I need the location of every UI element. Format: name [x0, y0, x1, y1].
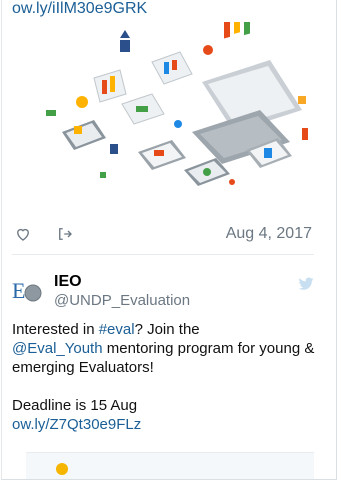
- author-name[interactable]: IEO: [54, 273, 82, 291]
- previous-tweet-link[interactable]: ow.ly/iIlM30e9GRK: [12, 0, 147, 18]
- tweet-divider: [12, 254, 314, 255]
- tweet-link[interactable]: ow.ly/Z7Qt30e9FLz: [12, 416, 141, 433]
- tweet-header: E IEO @UNDP_Evaluation: [12, 262, 314, 312]
- tweet-media-illustration[interactable]: [2, 22, 337, 202]
- link-card-preview[interactable]: [26, 452, 314, 479]
- twitter-bird-icon[interactable]: [298, 277, 314, 291]
- laptop-graphic: [192, 22, 302, 164]
- avatar[interactable]: E: [12, 274, 42, 304]
- svg-text:E: E: [12, 278, 25, 303]
- hashtag-link[interactable]: #eval: [99, 321, 135, 338]
- heart-icon[interactable]: [14, 225, 32, 243]
- author-handle[interactable]: @UNDP_Evaluation: [54, 292, 190, 309]
- tweet-text-part1: Interested in: [12, 321, 99, 338]
- card-image-dot: [56, 463, 68, 475]
- tweet-deadline: Deadline is 15 Aug: [12, 397, 138, 414]
- tweet-actions: Aug 4, 2017: [12, 222, 312, 246]
- tweet-timeline: ow.ly/iIlM30e9GRK Aug 4, 2017 E IEO @UND…: [1, 0, 337, 480]
- tweet-text: Interested in #eval? Join the @Eval_Yout…: [12, 320, 317, 434]
- mention-link[interactable]: @Eval_Youth: [12, 340, 103, 357]
- tweet-date[interactable]: Aug 4, 2017: [226, 225, 312, 243]
- share-icon[interactable]: [56, 225, 74, 243]
- tweet-text-part2: ? Join the: [134, 321, 200, 338]
